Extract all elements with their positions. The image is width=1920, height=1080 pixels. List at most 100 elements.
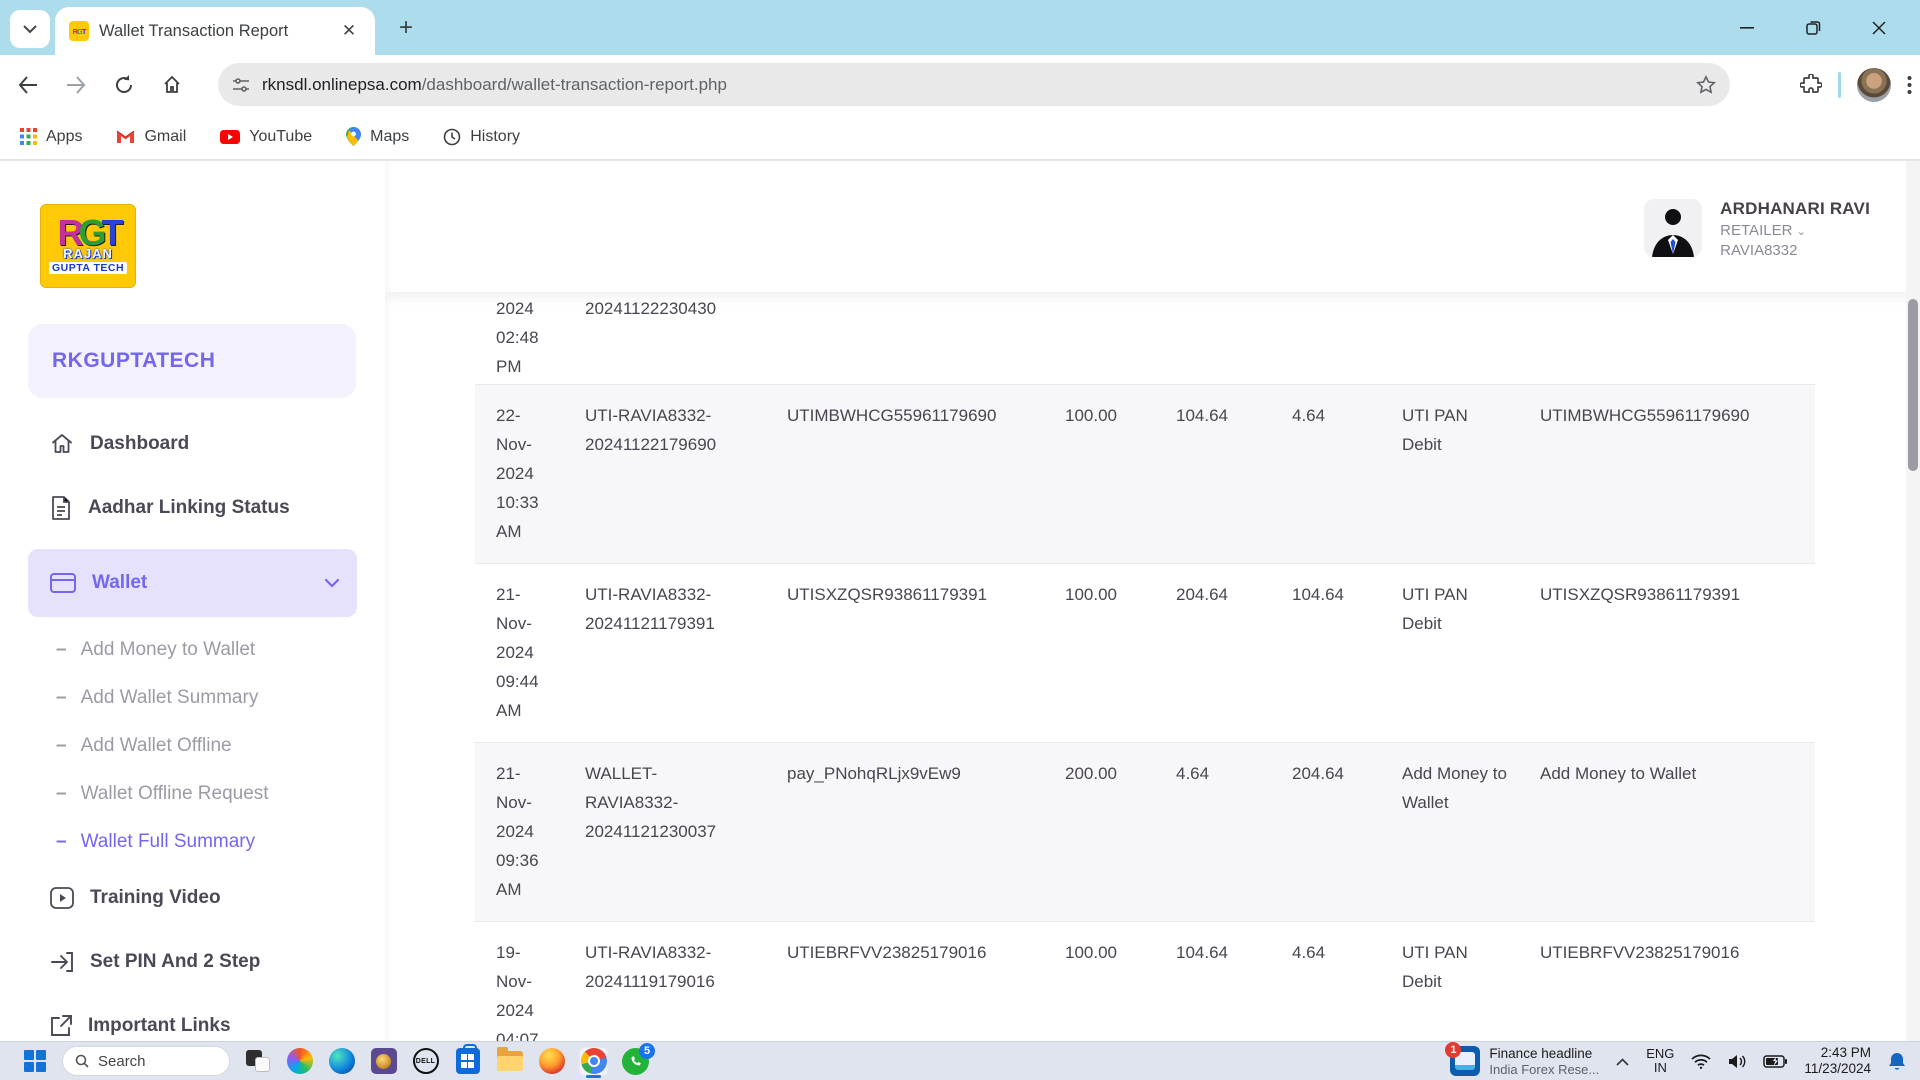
start-button[interactable] xyxy=(20,1047,49,1076)
sidebar-item-wallet-offline-request[interactable]: –Wallet Offline Request xyxy=(0,779,385,809)
sidebar-item-add-wallet-offline[interactable]: –Add Wallet Offline xyxy=(0,731,385,761)
cell-date: 19-Nov-2024 04:07 xyxy=(496,938,585,1041)
firefox-icon xyxy=(539,1048,565,1074)
cell-balance-a: 4.64 xyxy=(1176,759,1292,788)
sidebar-item-wallet[interactable]: Wallet xyxy=(28,549,357,617)
cell-type: UTI PAN Debit xyxy=(1402,938,1540,996)
cell-balance-a: 204.64 xyxy=(1176,580,1292,609)
file-explorer-button[interactable] xyxy=(495,1047,524,1076)
company-logo: RGT RAJAN GUPTA TECH xyxy=(40,204,136,288)
scrollbar-thumb[interactable] xyxy=(1908,299,1918,471)
cell-reference: UTIEBRFVV23825179016 xyxy=(787,938,1065,967)
brand-box[interactable]: RKGUPTATECH xyxy=(28,324,356,398)
bookmark-youtube[interactable]: YouTube xyxy=(220,128,312,146)
maps-pin-icon xyxy=(346,127,361,146)
folder-icon xyxy=(497,1051,523,1071)
chevron-down-icon xyxy=(325,579,339,587)
browser-tab[interactable]: RGT Wallet Transaction Report ✕ xyxy=(55,7,375,55)
user-role[interactable]: RETAILER ⌄ xyxy=(1720,222,1870,239)
media-player-button[interactable] xyxy=(369,1047,398,1076)
task-view-icon xyxy=(246,1050,270,1072)
bookmark-maps[interactable]: Maps xyxy=(346,127,409,146)
cell-type: UTI PAN Debit xyxy=(1402,401,1540,459)
language-switcher[interactable]: ENGIN xyxy=(1646,1047,1674,1075)
sidebar-item-training-video[interactable]: Training Video xyxy=(0,875,385,921)
windows-logo-icon xyxy=(24,1050,46,1072)
reload-button[interactable] xyxy=(104,65,144,105)
extensions-icon[interactable] xyxy=(1800,74,1822,96)
sidebar-item-wallet-full-summary[interactable]: –Wallet Full Summary xyxy=(0,827,385,857)
cell-balance-b: 4.64 xyxy=(1292,938,1402,967)
user-menu[interactable]: ARDHANARI RAVI RETAILER ⌄ RAVIA8332 xyxy=(1644,199,1870,259)
cell-type: UTI PAN Debit xyxy=(1402,580,1540,638)
tab-title: Wallet Transaction Report xyxy=(99,22,327,41)
copilot-icon xyxy=(287,1048,313,1074)
microsoft-store-button[interactable] xyxy=(453,1047,482,1076)
notification-bell-icon[interactable] xyxy=(1888,1052,1906,1071)
tab-close-icon[interactable]: ✕ xyxy=(337,19,361,43)
sidebar-item-aadhar-linking-status[interactable]: Aadhar Linking Status xyxy=(0,485,385,531)
login-arrow-icon xyxy=(50,951,74,973)
chrome-button[interactable] xyxy=(579,1047,608,1076)
tray-overflow-button[interactable] xyxy=(1616,1054,1629,1069)
youtube-icon xyxy=(220,130,240,144)
home-icon xyxy=(50,432,74,456)
bookmark-apps[interactable]: Apps xyxy=(20,128,82,146)
table-row: 22-Nov-2024 10:33 AM UTI-RAVIA8332-20241… xyxy=(475,384,1815,563)
table-row-partial: 2024 02:48 PM 20241122230430 xyxy=(475,292,1815,384)
transaction-table: 2024 02:48 PM 20241122230430 22-Nov-2024… xyxy=(385,292,1906,1041)
taskbar-clock[interactable]: 2:43 PM11/23/2024 xyxy=(1804,1045,1871,1077)
table-row: 21-Nov-2024 09:36 AM WALLET-RAVIA8332-20… xyxy=(475,742,1815,921)
history-clock-icon xyxy=(443,128,461,146)
sidebar-item-dashboard[interactable]: Dashboard xyxy=(0,421,385,467)
site-favicon: RGT xyxy=(69,21,89,41)
cell-balance-b: 104.64 xyxy=(1292,580,1402,609)
forward-button[interactable] xyxy=(56,65,96,105)
browser-profile-avatar[interactable] xyxy=(1857,68,1891,102)
back-button[interactable] xyxy=(8,65,48,105)
firefox-button[interactable] xyxy=(537,1047,566,1076)
table-row: 21-Nov-2024 09:44 AM UTI-RAVIA8332-20241… xyxy=(475,563,1815,742)
cell-reference: UTIMBWHCG55961179690 xyxy=(787,401,1065,430)
brand-name: RKGUPTATECH xyxy=(52,349,215,373)
toolbar-divider xyxy=(1838,72,1841,98)
new-tab-button[interactable]: + xyxy=(390,12,422,44)
bookmark-history[interactable]: History xyxy=(443,128,520,146)
page-viewport: RGT RAJAN GUPTA TECH RKGUPTATECH Dashboa… xyxy=(0,160,1920,1041)
sidebar-item-add-wallet-summary[interactable]: –Add Wallet Summary xyxy=(0,683,385,713)
battery-icon[interactable] xyxy=(1763,1055,1787,1068)
cell-remark: UTIEBRFVV23825179016 xyxy=(1540,938,1815,967)
window-minimize-button[interactable] xyxy=(1734,15,1760,41)
edge-button[interactable] xyxy=(327,1047,356,1076)
bookmark-star-icon[interactable] xyxy=(1696,75,1716,95)
cell-txn-id: UTI-RAVIA8332-20241121179391 xyxy=(585,580,787,638)
browser-menu-icon[interactable] xyxy=(1907,75,1912,95)
page-scrollbar[interactable] xyxy=(1906,161,1920,1041)
cell-balance-a: 104.64 xyxy=(1176,938,1292,967)
bookmark-gmail[interactable]: Gmail xyxy=(116,128,186,146)
window-restore-button[interactable] xyxy=(1800,15,1826,41)
whatsapp-button[interactable]: 5 xyxy=(621,1047,650,1076)
url-bar[interactable]: rknsdl.onlinepsa.com/dashboard/wallet-tr… xyxy=(218,63,1730,106)
tab-search-button[interactable] xyxy=(10,10,50,48)
cell-txn-id: 20241122230430 xyxy=(585,294,787,323)
sidebar-item-set-pin-2step[interactable]: Set PIN And 2 Step xyxy=(0,939,385,985)
cell-txn-id: UTI-RAVIA8332-20241122179690 xyxy=(585,401,787,459)
copilot-button[interactable] xyxy=(285,1047,314,1076)
window-close-button[interactable] xyxy=(1866,15,1892,41)
profile-photo xyxy=(1857,68,1891,102)
task-view-button[interactable] xyxy=(243,1047,272,1076)
home-button[interactable] xyxy=(152,65,192,105)
media-player-icon xyxy=(371,1048,397,1074)
user-name: ARDHANARI RAVI xyxy=(1720,199,1870,219)
site-settings-icon[interactable] xyxy=(232,76,250,94)
dell-button[interactable]: DELL xyxy=(411,1047,440,1076)
volume-icon[interactable] xyxy=(1728,1054,1746,1069)
sidebar-item-add-money-to-wallet[interactable]: –Add Money to Wallet xyxy=(0,635,385,665)
windows-taskbar: Search DELL 5 1 Finance headline India F… xyxy=(0,1041,1920,1080)
wifi-icon[interactable] xyxy=(1691,1054,1711,1069)
taskbar-search[interactable]: Search xyxy=(62,1046,230,1076)
news-widget[interactable]: 1 Finance headline India Forex Rese... xyxy=(1450,1046,1599,1077)
sidebar-item-important-links[interactable]: Important Links xyxy=(0,1003,385,1041)
wallet-card-icon xyxy=(50,573,76,593)
